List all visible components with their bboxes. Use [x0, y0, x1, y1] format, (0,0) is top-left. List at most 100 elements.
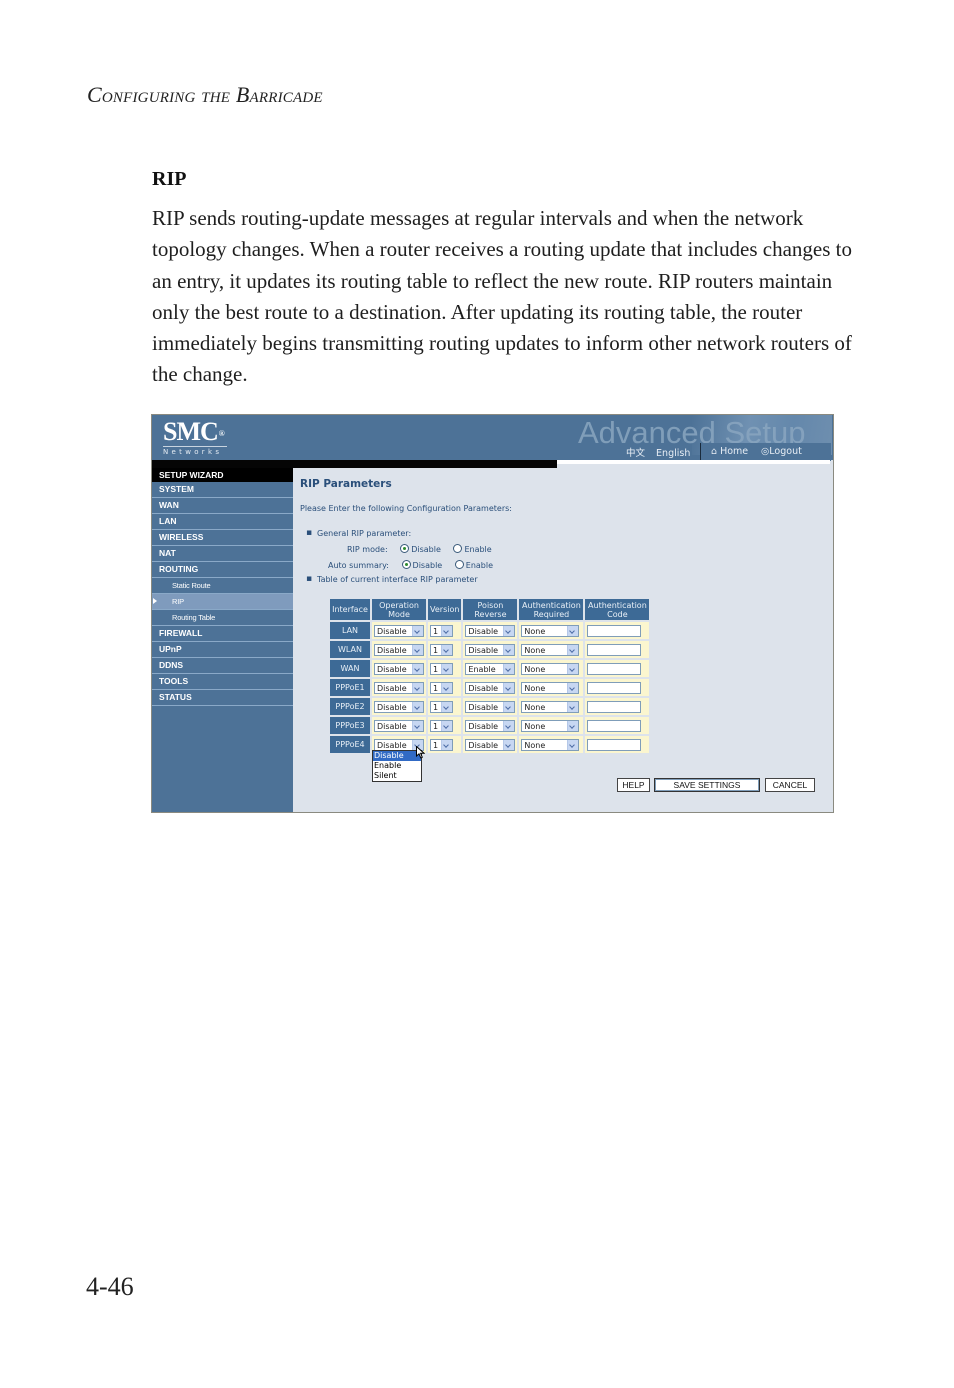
sidebar-item-setup-wizard[interactable]: SETUP WIZARD — [152, 468, 293, 482]
version-select[interactable]: 1 — [430, 738, 453, 751]
auth-required-select[interactable]: None — [521, 719, 580, 732]
sidebar-item-label: NAT — [159, 548, 176, 558]
auth-required-cell: None — [519, 698, 584, 715]
logo-brand: SMC — [163, 417, 219, 446]
version-select[interactable]: 1 — [430, 719, 453, 732]
sidebar-item-tools[interactable]: TOOLS — [152, 674, 293, 690]
operation-mode-select[interactable]: Disable — [374, 624, 424, 637]
auth-required-select[interactable]: None — [521, 738, 580, 751]
help-button[interactable]: HELP — [617, 778, 650, 792]
sidebar-item-static-route[interactable]: Static Route — [152, 578, 293, 594]
auth-code-input[interactable] — [587, 700, 642, 713]
version-select-value: 1 — [433, 740, 439, 750]
operation-mode-select[interactable]: Disable — [374, 681, 424, 694]
sidebar-item-wireless[interactable]: WIRELESS — [152, 530, 293, 546]
version-select[interactable]: 1 — [430, 624, 453, 637]
cancel-button[interactable]: CANCEL — [765, 778, 815, 792]
version-cell: 1 — [428, 736, 462, 753]
header-version: Version — [428, 599, 462, 620]
table-row: WLAN Disable 1 Disable None — [330, 641, 650, 658]
auth-code-input[interactable] — [587, 738, 642, 751]
version-select[interactable]: 1 — [430, 681, 453, 694]
operation-mode-select-value: Disable — [377, 683, 407, 693]
poison-reverse-select-value: Disable — [468, 645, 499, 655]
version-select[interactable]: 1 — [430, 662, 453, 675]
rip-mode-enable-radio[interactable] — [453, 544, 463, 553]
dropdown-option-silent[interactable]: Silent — [373, 771, 421, 781]
sidebar-item-wan[interactable]: WAN — [152, 498, 293, 514]
version-cell: 1 — [428, 698, 462, 715]
sidebar-item-nat[interactable]: NAT — [152, 546, 293, 562]
sidebar-item-routing-table[interactable]: Routing Table — [152, 610, 293, 626]
header-auth-required: Authentication Required — [519, 599, 584, 620]
chevron-down-icon — [567, 701, 579, 712]
sidebar-item-label: Routing Table — [172, 613, 216, 622]
auth-code-input[interactable] — [587, 662, 642, 675]
poison-reverse-select[interactable]: Disable — [465, 738, 516, 751]
sidebar-item-system[interactable]: SYSTEM — [152, 482, 293, 498]
poison-reverse-select[interactable]: Enable — [465, 662, 516, 675]
poison-reverse-select[interactable]: Disable — [465, 719, 516, 732]
auth-code-cell — [585, 679, 650, 696]
lang-english-link[interactable]: English — [656, 448, 690, 459]
auth-code-input[interactable] — [587, 681, 642, 694]
dropdown-option-enable[interactable]: Enable — [373, 761, 421, 771]
rip-mode-disable-label: Disable — [411, 545, 441, 554]
auto-summary-enable-radio[interactable] — [454, 560, 464, 569]
rip-mode-row: RIP mode: Disable Enable — [347, 544, 502, 554]
operation-mode-select[interactable]: Disable — [374, 719, 424, 732]
chevron-down-icon — [441, 682, 452, 693]
lang-chinese-link[interactable]: 中文 — [626, 448, 645, 459]
chevron-down-icon — [567, 720, 579, 731]
dropdown-option-disable[interactable]: Disable — [373, 751, 421, 761]
logout-link[interactable]: ◎Logout — [761, 446, 802, 457]
version-select-value: 1 — [433, 721, 439, 731]
sidebar-item-label: FIREWALL — [159, 628, 203, 638]
header-poison-reverse: Poison Reverse — [463, 599, 518, 620]
smc-logo: SMC® Networks — [163, 418, 227, 456]
sidebar-item-routing[interactable]: ROUTING — [152, 562, 293, 578]
poison-reverse-select[interactable]: Disable — [465, 681, 516, 694]
auth-required-select[interactable]: None — [521, 624, 580, 637]
table-header-row: Interface Operation Mode Version Poison … — [330, 599, 650, 620]
version-select[interactable]: 1 — [430, 700, 453, 713]
poison-reverse-cell: Enable — [463, 660, 518, 677]
sidebar-item-rip[interactable]: RIP — [152, 594, 293, 610]
operation-mode-select[interactable]: Disable — [374, 662, 424, 675]
chevron-down-icon — [441, 625, 452, 636]
chevron-down-icon — [412, 682, 423, 693]
poison-reverse-select-value: Enable — [468, 664, 496, 674]
sidebar-item-lan[interactable]: LAN — [152, 514, 293, 530]
version-select-value: 1 — [433, 664, 439, 674]
auth-code-input[interactable] — [587, 643, 642, 656]
table-row: LAN Disable 1 Disable None — [330, 622, 650, 639]
auth-required-select-value: None — [524, 740, 546, 750]
top-bar: Advanced Setup SMC® Networks 中文 English … — [152, 415, 833, 461]
rip-mode-disable-radio[interactable] — [400, 544, 410, 553]
auth-required-select[interactable]: None — [521, 662, 580, 675]
home-link[interactable]: ⌂ Home — [711, 446, 748, 457]
table-label: Table of current interface RIP parameter — [306, 574, 478, 584]
auth-code-input[interactable] — [587, 719, 642, 732]
auth-code-cell — [585, 698, 650, 715]
interface-cell: WLAN — [330, 641, 370, 658]
auth-required-select[interactable]: None — [521, 700, 580, 713]
rip-mode-enable-label: Enable — [464, 545, 492, 554]
auth-required-select[interactable]: None — [521, 681, 580, 694]
sidebar-item-firewall[interactable]: FIREWALL — [152, 626, 293, 642]
poison-reverse-select[interactable]: Disable — [465, 624, 516, 637]
version-select[interactable]: 1 — [430, 643, 453, 656]
poison-reverse-select[interactable]: Disable — [465, 700, 516, 713]
operation-mode-select[interactable]: Disable — [374, 643, 424, 656]
auth-code-cell — [585, 660, 650, 677]
sidebar-item-status[interactable]: STATUS — [152, 690, 293, 706]
home-label: Home — [720, 446, 749, 457]
poison-reverse-select[interactable]: Disable — [465, 643, 516, 656]
auth-required-select[interactable]: None — [521, 643, 580, 656]
auto-summary-disable-radio[interactable] — [401, 560, 411, 569]
sidebar-item-ddns[interactable]: DDNS — [152, 658, 293, 674]
save-settings-button[interactable]: SAVE SETTINGS — [654, 778, 760, 792]
operation-mode-select[interactable]: Disable — [374, 700, 424, 713]
auth-code-input[interactable] — [587, 624, 642, 637]
sidebar-item-upnp[interactable]: UPnP — [152, 642, 293, 658]
